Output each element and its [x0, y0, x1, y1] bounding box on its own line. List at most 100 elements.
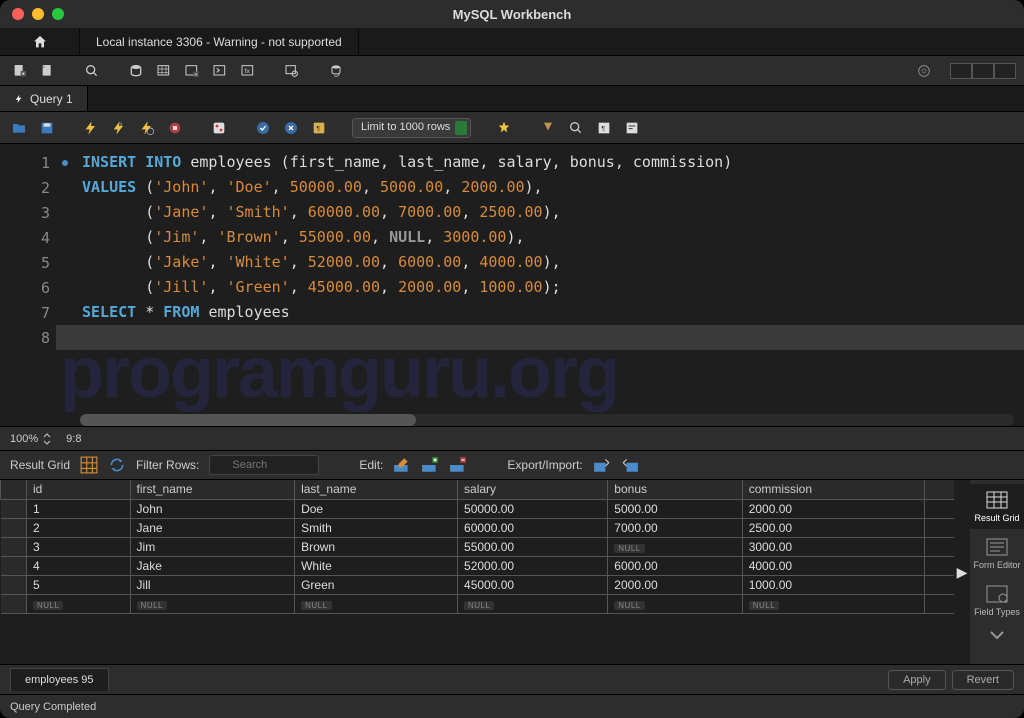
- query-tab[interactable]: Query 1: [0, 86, 88, 111]
- status-bar: Query Completed: [0, 694, 1024, 718]
- home-icon: [32, 34, 48, 50]
- collapse-side-panel[interactable]: ▶: [954, 480, 970, 664]
- table-row[interactable]: 3JimBrown55000.00NULL3000.00: [1, 537, 955, 556]
- table-row[interactable]: 5JillGreen45000.002000.001000.00: [1, 575, 955, 594]
- revert-button[interactable]: Revert: [952, 670, 1014, 690]
- limit-rows-label: Limit to 1000 rows: [352, 118, 471, 138]
- form-icon: [985, 537, 1009, 557]
- more-views-button[interactable]: [970, 625, 1024, 654]
- create-function-button[interactable]: fx: [236, 59, 260, 83]
- field-types-view-button[interactable]: Field Types: [970, 578, 1024, 623]
- edit-row-button[interactable]: [393, 456, 411, 474]
- editor-gutter: 12345678: [0, 144, 56, 426]
- export-label: Export/Import:: [507, 458, 582, 472]
- rollback-button[interactable]: [280, 117, 302, 139]
- wrap-button[interactable]: [621, 117, 643, 139]
- lightning-icon: [14, 93, 24, 105]
- search-button[interactable]: [565, 117, 587, 139]
- toggle-invisible-button[interactable]: ¶: [593, 117, 615, 139]
- form-editor-view-button[interactable]: Form Editor: [970, 531, 1024, 576]
- new-sql-tab-button[interactable]: [8, 59, 32, 83]
- query-tab-bar: Query 1: [0, 86, 1024, 112]
- zoom-select[interactable]: 100%: [10, 433, 52, 445]
- create-procedure-button[interactable]: [208, 59, 232, 83]
- main-toolbar: fx: [0, 56, 1024, 86]
- toggle-right-panel[interactable]: [994, 63, 1016, 79]
- home-tab[interactable]: [0, 28, 80, 55]
- insert-row[interactable]: NULLNULLNULLNULLNULLNULL: [1, 594, 955, 613]
- toggle-bottom-panel[interactable]: [972, 63, 994, 79]
- import-button[interactable]: [621, 456, 639, 474]
- settings-button[interactable]: [912, 59, 936, 83]
- column-header[interactable]: id: [27, 480, 131, 499]
- delete-row-button[interactable]: [449, 456, 467, 474]
- refresh-icon[interactable]: [108, 456, 126, 474]
- cursor-position: 9:8: [66, 433, 81, 445]
- stop-button[interactable]: [164, 117, 186, 139]
- execute-button[interactable]: [80, 117, 102, 139]
- filter-rows-label: Filter Rows:: [136, 458, 199, 472]
- grid-icon: [985, 490, 1009, 510]
- svg-text:¶: ¶: [602, 125, 606, 132]
- result-toolbar: Result Grid Filter Rows: Edit: Export/Im…: [0, 450, 1024, 480]
- limit-rows-select[interactable]: Limit to 1000 rows: [352, 118, 471, 138]
- editor-horizontal-scrollbar[interactable]: [80, 414, 1014, 426]
- connection-tab-label: Local instance 3306 - Warning - not supp…: [96, 35, 342, 49]
- svg-text:fx: fx: [245, 68, 251, 75]
- commit-button[interactable]: [252, 117, 274, 139]
- editor-code[interactable]: INSERT INTO employees (first_name, last_…: [56, 144, 1024, 426]
- column-header[interactable]: first_name: [130, 480, 295, 499]
- find-button[interactable]: [537, 117, 559, 139]
- toggle-whitespace-button[interactable]: ¶: [308, 117, 330, 139]
- field-types-icon: [985, 584, 1009, 604]
- export-button[interactable]: [593, 456, 611, 474]
- chevron-updown-icon: [42, 433, 52, 445]
- create-view-button[interactable]: [180, 59, 204, 83]
- table-row[interactable]: 4JakeWhite52000.006000.004000.00: [1, 556, 955, 575]
- sql-editor[interactable]: 12345678 INSERT INTO employees (first_na…: [0, 144, 1024, 426]
- result-grid-view-button[interactable]: Result Grid: [970, 484, 1024, 529]
- toggle-left-panel[interactable]: [950, 63, 972, 79]
- add-row-button[interactable]: [421, 456, 439, 474]
- create-schema-button[interactable]: [124, 59, 148, 83]
- explain-button[interactable]: [136, 117, 158, 139]
- apply-button[interactable]: Apply: [888, 670, 946, 690]
- zoom-value: 100%: [10, 433, 38, 445]
- open-sql-file-button[interactable]: [36, 59, 60, 83]
- connection-tab[interactable]: Local instance 3306 - Warning - not supp…: [80, 28, 359, 55]
- create-table-button[interactable]: [152, 59, 176, 83]
- table-row[interactable]: 1JohnDoe50000.005000.002000.00: [1, 499, 955, 518]
- toggle-autocommit-button[interactable]: [208, 117, 230, 139]
- panel-toggle: [950, 63, 1016, 79]
- connection-tab-bar: Local instance 3306 - Warning - not supp…: [0, 28, 1024, 56]
- search-table-button[interactable]: [280, 59, 304, 83]
- beautify-button[interactable]: [493, 117, 515, 139]
- svg-text:I: I: [120, 122, 121, 128]
- edit-label: Edit:: [359, 458, 383, 472]
- result-side-panel: Result Grid Form Editor Field Types: [970, 480, 1024, 664]
- column-header[interactable]: commission: [742, 480, 924, 499]
- column-header[interactable]: last_name: [295, 480, 458, 499]
- inspector-button[interactable]: [80, 59, 104, 83]
- editor-footer: 100% 9:8: [0, 426, 1024, 450]
- editor-toolbar: I ¶ Limit to 1000 rows ¶: [0, 112, 1024, 144]
- chevron-down-icon: [985, 625, 1009, 645]
- result-grid-icon[interactable]: [80, 456, 98, 474]
- reconnect-button[interactable]: [324, 59, 348, 83]
- column-header[interactable]: bonus: [608, 480, 742, 499]
- open-file-button[interactable]: [8, 117, 30, 139]
- titlebar: MySQL Workbench: [0, 0, 1024, 28]
- svg-text:¶: ¶: [316, 125, 320, 132]
- column-header[interactable]: salary: [458, 480, 608, 499]
- filter-rows-input[interactable]: [209, 455, 319, 475]
- result-tab-bar: employees 95 Apply Revert: [0, 664, 1024, 694]
- execute-current-button[interactable]: I: [108, 117, 130, 139]
- result-grid[interactable]: idfirst_namelast_namesalarybonuscommissi…: [0, 480, 954, 664]
- table-row[interactable]: 2JaneSmith60000.007000.002500.00: [1, 518, 955, 537]
- status-text: Query Completed: [10, 701, 96, 713]
- query-tab-label: Query 1: [30, 92, 73, 106]
- save-file-button[interactable]: [36, 117, 58, 139]
- result-tab[interactable]: employees 95: [10, 668, 109, 691]
- window-title: MySQL Workbench: [0, 7, 1024, 22]
- result-area: idfirst_namelast_namesalarybonuscommissi…: [0, 480, 1024, 664]
